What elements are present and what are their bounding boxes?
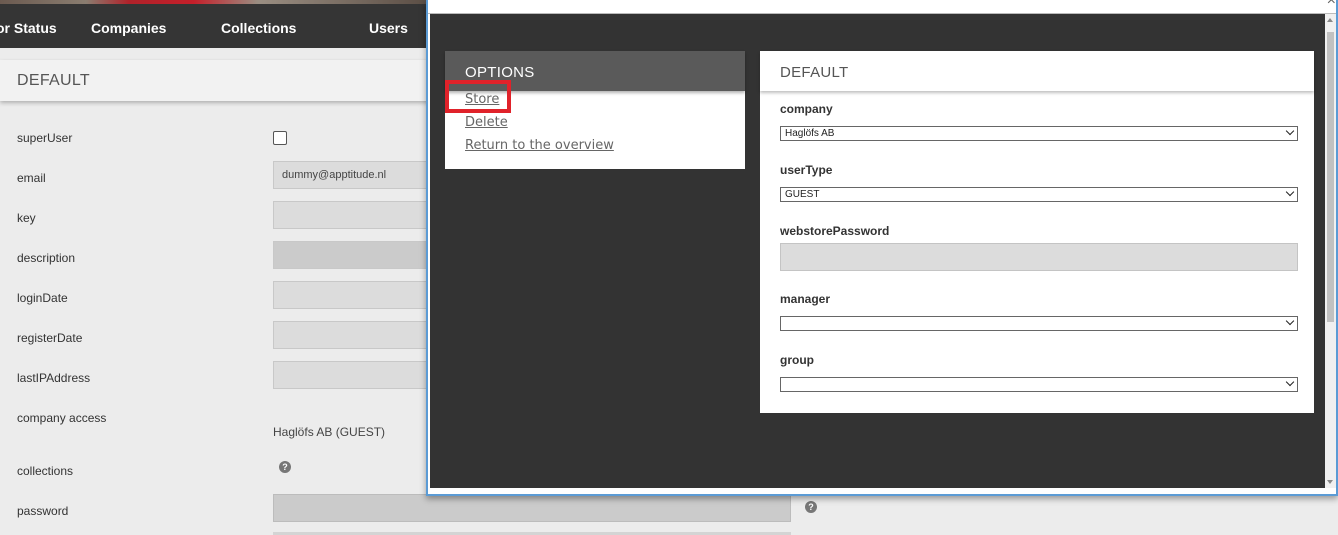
label-collections: collections (17, 464, 74, 478)
description-field[interactable] (273, 241, 430, 269)
nav-item-status[interactable]: or Status (0, 4, 57, 48)
webstorepassword-label: webstorePassword (780, 224, 890, 238)
password-help-icon[interactable]: ? (805, 501, 817, 513)
chevron-down-icon (1285, 316, 1295, 326)
usertype-select[interactable]: GUEST (780, 187, 1298, 202)
label-lastipaddress: lastIPAddress (17, 371, 91, 385)
scroll-down-icon[interactable] (1327, 480, 1333, 484)
return-overview-link[interactable]: Return to the overview (465, 138, 614, 153)
label-registerdate: registerDate (17, 331, 83, 345)
email-field[interactable]: dummy@apptitude.nl (273, 161, 430, 189)
edit-modal: × OPTIONS Store Delete Return to the ove… (426, 0, 1338, 496)
chevron-down-icon (1285, 187, 1295, 197)
superuser-checkbox[interactable] (273, 131, 287, 145)
modal-topbar (428, 0, 1336, 14)
usertype-label: userType (780, 163, 833, 177)
logindate-field[interactable] (273, 281, 430, 309)
top-navigation: or Status Companies Collections Users (0, 4, 430, 48)
label-logindate: loginDate (17, 291, 68, 305)
label-email: email (17, 171, 46, 185)
nav-item-users[interactable]: Users (369, 4, 408, 48)
label-description: description (17, 251, 76, 265)
options-panel: OPTIONS Store Delete Return to the overv… (445, 51, 745, 169)
key-field[interactable] (273, 201, 430, 229)
webstorepassword-field[interactable] (780, 243, 1298, 271)
manager-label: manager (780, 292, 831, 306)
password-field[interactable] (273, 494, 791, 522)
section-title: DEFAULT (17, 72, 90, 89)
close-icon[interactable]: × (1327, 0, 1336, 9)
scrollbar-thumb[interactable] (1327, 32, 1334, 322)
group-select[interactable] (780, 377, 1298, 392)
help-icon[interactable]: ? (279, 461, 291, 473)
delete-link[interactable]: Delete (465, 115, 508, 130)
highlight-box (445, 80, 511, 113)
registerdate-field[interactable] (273, 321, 430, 349)
usertype-select-value: GUEST (785, 189, 820, 200)
nav-item-collections[interactable]: Collections (221, 4, 296, 48)
default-title: DEFAULT (780, 64, 849, 81)
company-select-value: Haglöfs AB (785, 128, 835, 139)
company-label: company (780, 102, 833, 116)
label-key: key (17, 211, 36, 225)
default-header: DEFAULT (760, 51, 1314, 91)
company-select[interactable]: Haglöfs AB (780, 126, 1298, 141)
chevron-down-icon (1285, 377, 1295, 387)
label-company-access: company access (17, 411, 107, 425)
group-label: group (780, 353, 814, 367)
label-password: password (17, 504, 69, 518)
section-header: DEFAULT (0, 60, 430, 101)
modal-scrollbar[interactable] (1325, 14, 1336, 488)
label-superuser: superUser (17, 131, 73, 145)
scroll-up-icon[interactable] (1327, 18, 1333, 22)
default-panel: DEFAULT company Haglöfs AB userType GUES… (760, 51, 1314, 413)
manager-select[interactable] (780, 316, 1298, 331)
nav-item-companies[interactable]: Companies (91, 4, 166, 48)
options-title: OPTIONS (465, 64, 535, 81)
company-access-value: Haglöfs AB (GUEST) (273, 425, 386, 439)
chevron-down-icon (1285, 126, 1295, 136)
modal-body: OPTIONS Store Delete Return to the overv… (430, 14, 1325, 488)
lastipaddress-field[interactable] (273, 361, 430, 389)
